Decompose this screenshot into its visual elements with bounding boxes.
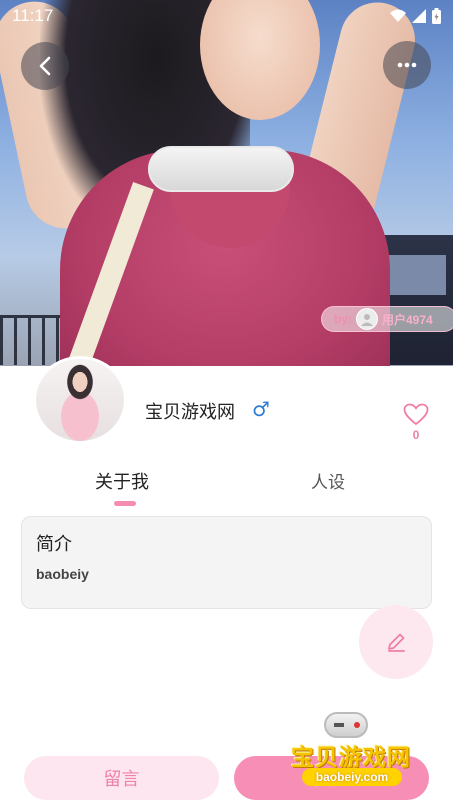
intro-text: baobeiy — [36, 566, 89, 582]
status-icons — [390, 8, 441, 24]
signal-icon — [412, 9, 426, 23]
battery-icon — [432, 8, 441, 24]
like-count: 0 — [412, 428, 420, 442]
tab-about-me[interactable]: 关于我 — [95, 468, 149, 494]
status-bar: 11:17 — [0, 0, 453, 32]
intro-card: 简介 baobeiy — [21, 516, 432, 609]
status-time: 11:17 — [12, 6, 54, 25]
author-name: 用户4974 — [382, 312, 433, 327]
avatar[interactable] — [33, 356, 127, 444]
more-dots-icon — [397, 62, 417, 68]
pencil-icon — [388, 633, 405, 652]
author-avatar-icon — [356, 308, 378, 330]
wifi-icon — [390, 9, 406, 22]
back-button[interactable] — [21, 42, 69, 90]
male-gender-icon: ♂ — [252, 397, 270, 421]
chevron-left-icon — [39, 56, 51, 76]
like-button[interactable] — [401, 401, 431, 427]
edit-button[interactable] — [359, 605, 433, 679]
intro-title: 简介 — [36, 534, 72, 555]
follow-button[interactable]: 关注 — [234, 756, 429, 800]
heart-icon — [403, 403, 429, 425]
author-badge[interactable]: by: 用户4974 — [321, 306, 453, 332]
author-by-label: by: — [334, 312, 352, 326]
message-button[interactable]: 留言 — [24, 756, 219, 800]
profile-name: 宝贝游戏网 — [145, 402, 235, 423]
more-options-button[interactable] — [383, 41, 431, 89]
tab-persona[interactable]: 人设 — [311, 468, 345, 493]
active-tab-indicator — [114, 501, 136, 506]
